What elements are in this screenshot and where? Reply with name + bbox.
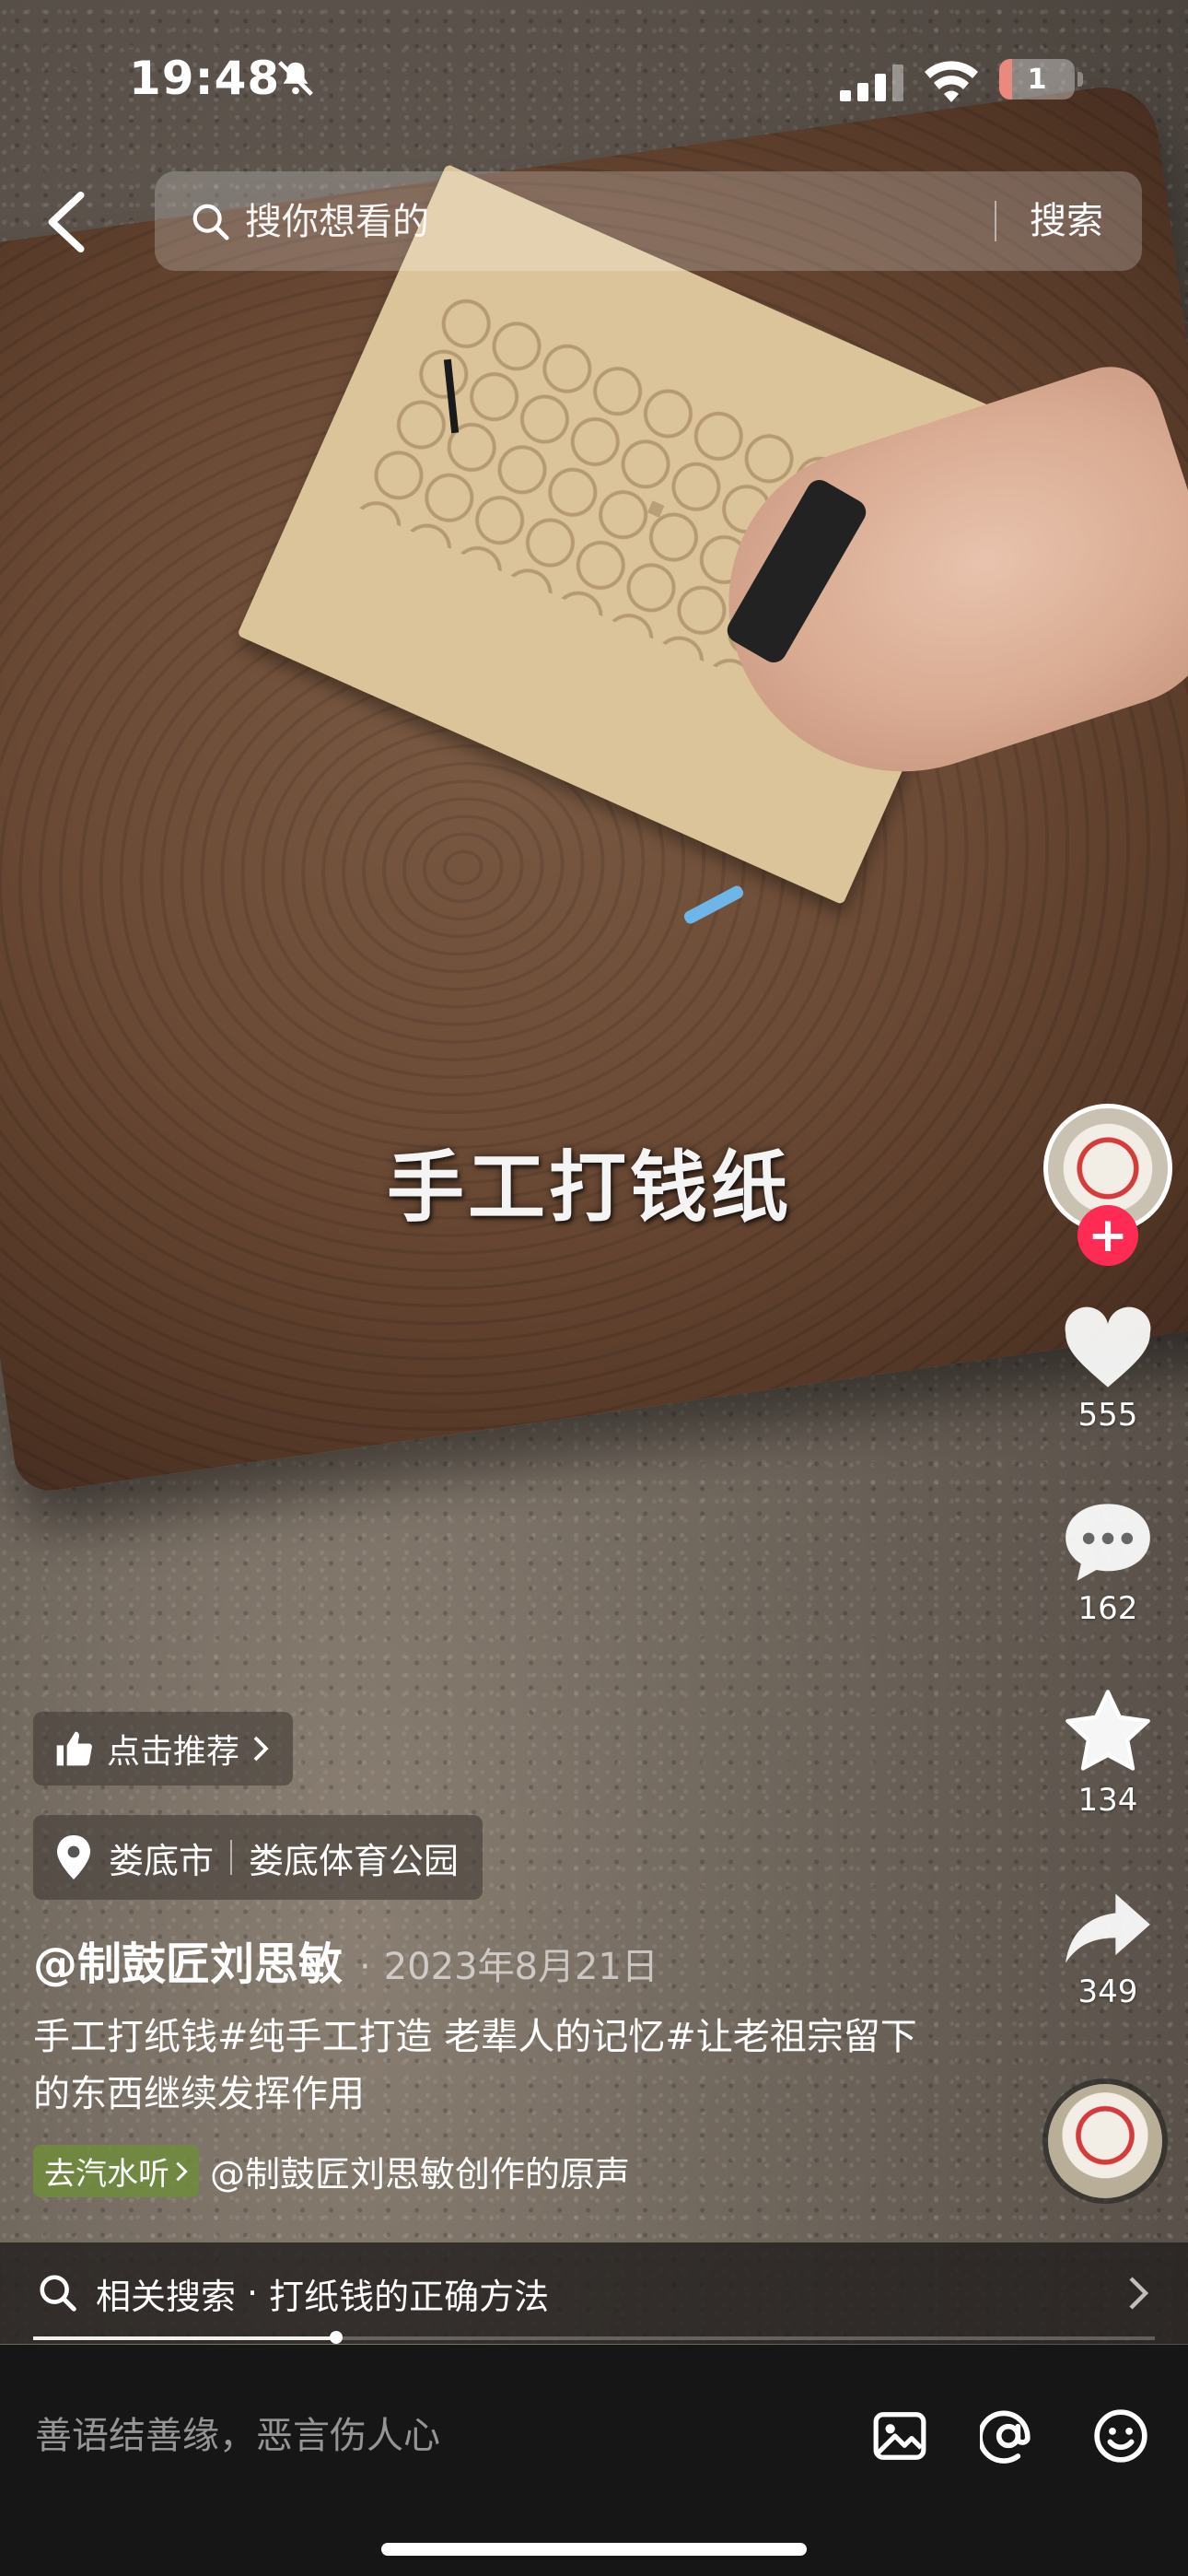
favorite-button[interactable]: 134 [1050,1688,1166,1819]
wifi-icon [925,61,978,102]
progress-fill [33,2336,336,2340]
location-city: 娄底市 [109,1840,215,1881]
star-icon [1066,1690,1150,1771]
author-name[interactable]: @制鼓匠刘思敏 [33,1927,343,1992]
at-icon[interactable] [980,2407,1037,2465]
like-count: 555 [1077,1397,1138,1434]
location-place: 娄底体育公园 [249,1840,460,1881]
back-icon[interactable] [41,190,96,254]
image-icon[interactable] [871,2407,928,2465]
music-tag[interactable]: 去汽水听 [33,2145,199,2197]
comment-count: 162 [1077,1590,1138,1627]
emoji-icon[interactable] [1092,2407,1149,2465]
chevron-right-icon [253,1736,269,1762]
comment-button[interactable]: 162 [1050,1500,1166,1627]
share-button[interactable]: 349 [1050,1889,1166,2010]
search-input[interactable] [243,193,1039,251]
music-disc[interactable] [1048,2084,1162,2198]
comment-bar [0,2345,1188,2576]
favorite-count: 134 [1077,1782,1138,1819]
related-search-dot: · [247,2273,259,2313]
heart-icon [1065,1306,1151,1388]
chevron-right-icon [176,2161,188,2181]
share-icon [1066,1893,1150,1963]
comment-input[interactable] [33,2398,847,2474]
battery-tip [1077,72,1083,87]
related-search-bar[interactable]: 相关搜索 · 打纸钱的正确方法 [0,2242,1188,2344]
related-search-label: 相关搜索 [96,2276,237,2317]
search-icon [40,2275,76,2312]
bell-off-icon [278,61,313,96]
recommend-chip[interactable]: 点击推荐 [33,1712,294,1786]
comment-icon [1066,1504,1150,1581]
post-date: 2023年8月21日 [359,1937,658,1990]
follow-button[interactable]: + [1077,1205,1138,1266]
share-count: 349 [1077,1973,1138,2010]
location-chip[interactable]: 娄底市 娄底体育公园 [33,1815,483,1900]
status-time: 19:48 [129,52,281,105]
music-tag-label: 去汽水听 [44,2156,169,2193]
post-caption[interactable]: 手工打纸钱#纯手工打造 老辈人的记忆#让老祖宗留下的东西继续发挥作用 [33,2008,936,2123]
search-bar[interactable]: 搜索 [155,171,1142,271]
home-indicator [381,2543,807,2556]
music-row[interactable]: 去汽水听 @制鼓匠刘思敏创作的原声 [33,2145,680,2197]
search-icon [192,204,229,240]
video-overlay-title: 手工打钱纸 [387,1142,793,1233]
search-button[interactable]: 搜索 [1030,193,1103,249]
battery-indicator: 1 [999,59,1075,100]
author-row: @制鼓匠刘思敏 2023年8月21日 [33,1927,658,1992]
signal-icon [840,64,903,101]
progress-knob[interactable] [330,2331,343,2344]
chevron-right-icon [1129,2277,1149,2310]
plus-icon: + [1088,1208,1128,1263]
related-search-query: 打纸钱的正确方法 [269,2276,550,2317]
search-divider [995,201,996,241]
like-button[interactable]: 555 [1050,1306,1166,1434]
music-credit: @制鼓匠刘思敏创作的原声 [210,2154,631,2195]
battery-percent: 1 [1027,63,1047,96]
thumbs-up-icon [56,1731,92,1766]
recommend-label: 点击推荐 [107,1733,240,1771]
location-separator [230,1840,233,1875]
location-pin-icon [57,1835,90,1879]
